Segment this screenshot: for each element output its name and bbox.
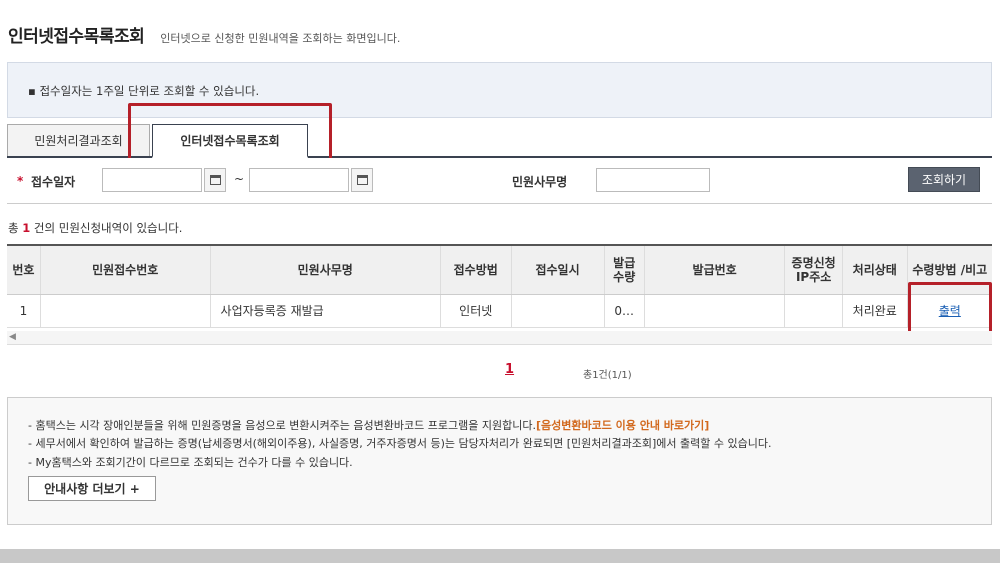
date-label: 접수일자 bbox=[31, 175, 76, 189]
tab-internet-receipt-list[interactable]: 인터넷접수목록조회 bbox=[152, 124, 308, 158]
cell-receipt-no bbox=[40, 294, 211, 328]
page-header: 인터넷접수목록조회 인터넷으로 신청한 민원내역을 조회하는 화면입니다. bbox=[8, 22, 400, 47]
calendar-icon bbox=[356, 175, 368, 185]
count-prefix: 총 bbox=[8, 221, 23, 235]
calendar-icon bbox=[209, 175, 221, 185]
col-header: 발급 수량 bbox=[604, 244, 645, 295]
info-line-1-text: - 홈택스는 시각 장애인분들을 위해 민원증명을 음성으로 변환시켜주는 음성… bbox=[28, 419, 536, 432]
more-info-button[interactable]: 안내사항 더보기 + bbox=[28, 476, 156, 501]
info-line-1: - 홈택스는 시각 장애인분들을 위해 민원증명을 음성으로 변환시켜주는 음성… bbox=[28, 417, 709, 433]
cell-date bbox=[511, 294, 605, 328]
required-mark: * bbox=[17, 174, 24, 188]
tab-civil-result[interactable]: 민원처리결과조회 bbox=[7, 124, 150, 156]
page-description: 인터넷으로 신청한 민원내역을 조회하는 화면입니다. bbox=[160, 32, 401, 45]
horizontal-scrollbar[interactable]: ◀ bbox=[7, 331, 992, 345]
notice-box: ▪ 접수일자는 1주일 단위로 조회할 수 있습니다. bbox=[7, 62, 992, 118]
info-line-2: - 세무서에서 확인하여 발급하는 증명(납세증명서(해외이주용), 사실증명,… bbox=[28, 437, 772, 450]
info-line-3: - My홈택스와 조회기간이 다르므로 조회되는 건수가 다를 수 있습니다. bbox=[28, 456, 353, 469]
notice-text: ▪ 접수일자는 1주일 단위로 조회할 수 있습니다. bbox=[28, 84, 260, 98]
table-header-row: 번호 민원접수번호 민원사무명 접수방법 접수일시 발급 수량 발급번호 증명신… bbox=[7, 244, 992, 295]
cell-civil-name: 사업자등록증 재발급 bbox=[210, 294, 441, 328]
print-link[interactable]: 출력 bbox=[939, 304, 961, 318]
date-from-input[interactable] bbox=[102, 168, 202, 192]
civil-name-label: 민원사무명 bbox=[512, 175, 568, 189]
col-header: 접수방법 bbox=[440, 244, 512, 295]
bottom-bar bbox=[0, 549, 1000, 563]
result-count: 총 1 건의 민원신청내역이 있습니다. bbox=[8, 220, 182, 236]
table-row: 1 사업자등록증 재발급 인터넷 0… 처리완료 출력 bbox=[7, 294, 992, 328]
col-header: 민원사무명 bbox=[210, 244, 441, 295]
col-header: 증명신청 IP주소 bbox=[784, 244, 843, 295]
page-total: 총1건(1/1) bbox=[583, 370, 632, 381]
date-to-input[interactable] bbox=[249, 168, 349, 192]
cell-no: 1 bbox=[7, 294, 41, 328]
col-header: 발급번호 bbox=[644, 244, 786, 295]
col-header: 처리상태 bbox=[842, 244, 908, 295]
tab-bar: 민원처리결과조회 인터넷접수목록조회 bbox=[7, 124, 992, 158]
cell-method: 인터넷 bbox=[440, 294, 512, 328]
result-table: 번호 민원접수번호 민원사무명 접수방법 접수일시 발급 수량 발급번호 증명신… bbox=[7, 244, 992, 328]
count-suffix: 건의 민원신청내역이 있습니다. bbox=[30, 221, 183, 235]
pagination: 1 총1건(1/1) bbox=[0, 362, 1000, 382]
cell-status: 처리완료 bbox=[842, 294, 908, 328]
page-number[interactable]: 1 bbox=[505, 362, 514, 377]
col-header: 접수일시 bbox=[511, 244, 605, 295]
col-header: 번호 bbox=[7, 244, 41, 295]
search-form: * 접수일자 ~ 민원사무명 조회하기 bbox=[7, 158, 992, 204]
cell-qty: 0… bbox=[604, 294, 645, 328]
cell-ip bbox=[784, 294, 843, 328]
col-header: 민원접수번호 bbox=[40, 244, 211, 295]
scroll-left-icon[interactable]: ◀ bbox=[9, 332, 16, 342]
cell-issue-no bbox=[644, 294, 786, 328]
voice-barcode-guide-link[interactable]: [음성변환바코드 이용 안내 바로가기] bbox=[536, 419, 709, 432]
civil-name-input[interactable] bbox=[596, 168, 710, 192]
page-title: 인터넷접수목록조회 bbox=[8, 27, 145, 47]
col-header: 수령방법 /비고 bbox=[907, 244, 992, 295]
date-to-calendar-button[interactable] bbox=[351, 168, 373, 192]
search-button[interactable]: 조회하기 bbox=[908, 167, 980, 192]
cell-action: 출력 bbox=[907, 294, 992, 328]
date-range-tilde: ~ bbox=[234, 172, 245, 186]
info-box: - 홈택스는 시각 장애인분들을 위해 민원증명을 음성으로 변환시켜주는 음성… bbox=[7, 397, 992, 525]
date-from-calendar-button[interactable] bbox=[204, 168, 226, 192]
